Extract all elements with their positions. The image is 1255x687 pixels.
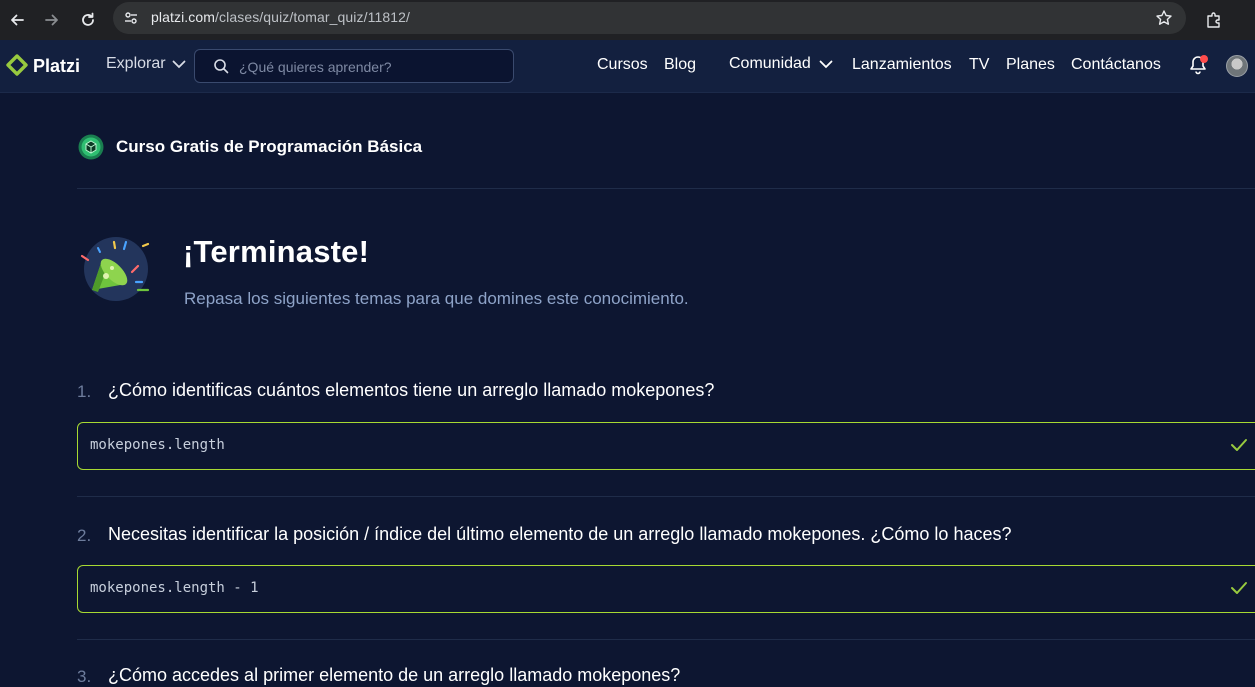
answer-card: mokepones.length xyxy=(77,422,1255,470)
course-badge-icon xyxy=(78,134,104,160)
answer-code: mokepones.length xyxy=(90,437,225,453)
nav-comunidad[interactable]: Comunidad xyxy=(729,55,833,73)
search-box[interactable] xyxy=(194,49,514,83)
notification-dot xyxy=(1200,55,1208,63)
course-title[interactable]: Curso Gratis de Programación Básica xyxy=(116,137,422,157)
divider xyxy=(77,496,1255,497)
extensions-puzzle-icon[interactable] xyxy=(1200,6,1228,34)
platzi-logo-icon xyxy=(6,54,28,76)
explorar-label: Explorar xyxy=(106,55,166,72)
url-text: platzi.com/clases/quiz/tomar_quiz/11812/ xyxy=(151,9,410,25)
back-button[interactable] xyxy=(3,6,31,34)
result-subtitle: Repasa los siguientes temas para que dom… xyxy=(184,289,689,308)
nav-blog[interactable]: Blog xyxy=(664,56,696,74)
reload-icon xyxy=(82,12,94,26)
result-title: ¡Terminaste! xyxy=(183,234,370,269)
arrow-right-icon xyxy=(45,14,58,26)
logo-text: Platzi xyxy=(33,55,81,76)
explorar-dropdown[interactable]: Explorar xyxy=(106,55,186,73)
nav-contactanos[interactable]: Contáctanos xyxy=(1071,56,1161,74)
reload-button[interactable] xyxy=(74,6,102,34)
avatar[interactable] xyxy=(1226,55,1248,77)
address-bar[interactable]: platzi.com/clases/quiz/tomar_quiz/11812/ xyxy=(113,2,1186,34)
nav-comunidad-label: Comunidad xyxy=(729,55,811,72)
site-header: Platzi Explorar Cursos Blog Comunidad La… xyxy=(0,40,1255,93)
question-number: 3. xyxy=(77,667,92,686)
check-icon xyxy=(1231,582,1247,594)
platzi-logo[interactable]: Platzi xyxy=(6,53,80,79)
question-text: ¿Cómo identificas cuántos elementos tien… xyxy=(108,380,715,400)
chevron-down-icon xyxy=(819,60,833,68)
forward-button[interactable] xyxy=(38,6,66,34)
question-number: 1. xyxy=(77,382,92,401)
party-popper-icon xyxy=(80,237,150,301)
chevron-down-icon xyxy=(172,60,185,68)
site-settings-icon[interactable] xyxy=(121,8,141,28)
search-input[interactable] xyxy=(237,55,501,79)
nav-tv[interactable]: TV xyxy=(969,56,989,74)
nav-lanzamientos[interactable]: Lanzamientos xyxy=(852,56,952,74)
divider xyxy=(77,639,1255,640)
nav-planes[interactable]: Planes xyxy=(1006,56,1055,74)
url-path: /clases/quiz/tomar_quiz/11812/ xyxy=(215,9,410,25)
browser-toolbar: platzi.com/clases/quiz/tomar_quiz/11812/ xyxy=(0,0,1255,40)
check-icon xyxy=(1231,439,1247,451)
question-number: 2. xyxy=(77,526,92,545)
answer-card: mokepones.length - 1 xyxy=(77,565,1255,613)
divider xyxy=(77,188,1255,189)
arrow-left-icon xyxy=(11,14,24,26)
bookmark-star-icon[interactable] xyxy=(1154,8,1174,28)
answer-code: mokepones.length - 1 xyxy=(90,580,259,596)
question-text: Necesitas identificar la posición / índi… xyxy=(108,524,1012,544)
course-header: Curso Gratis de Programación Básica xyxy=(78,133,422,161)
url-host: platzi.com xyxy=(151,9,216,25)
notifications-bell-icon[interactable] xyxy=(1187,54,1209,76)
nav-cursos[interactable]: Cursos xyxy=(597,56,648,74)
search-icon xyxy=(214,59,229,74)
